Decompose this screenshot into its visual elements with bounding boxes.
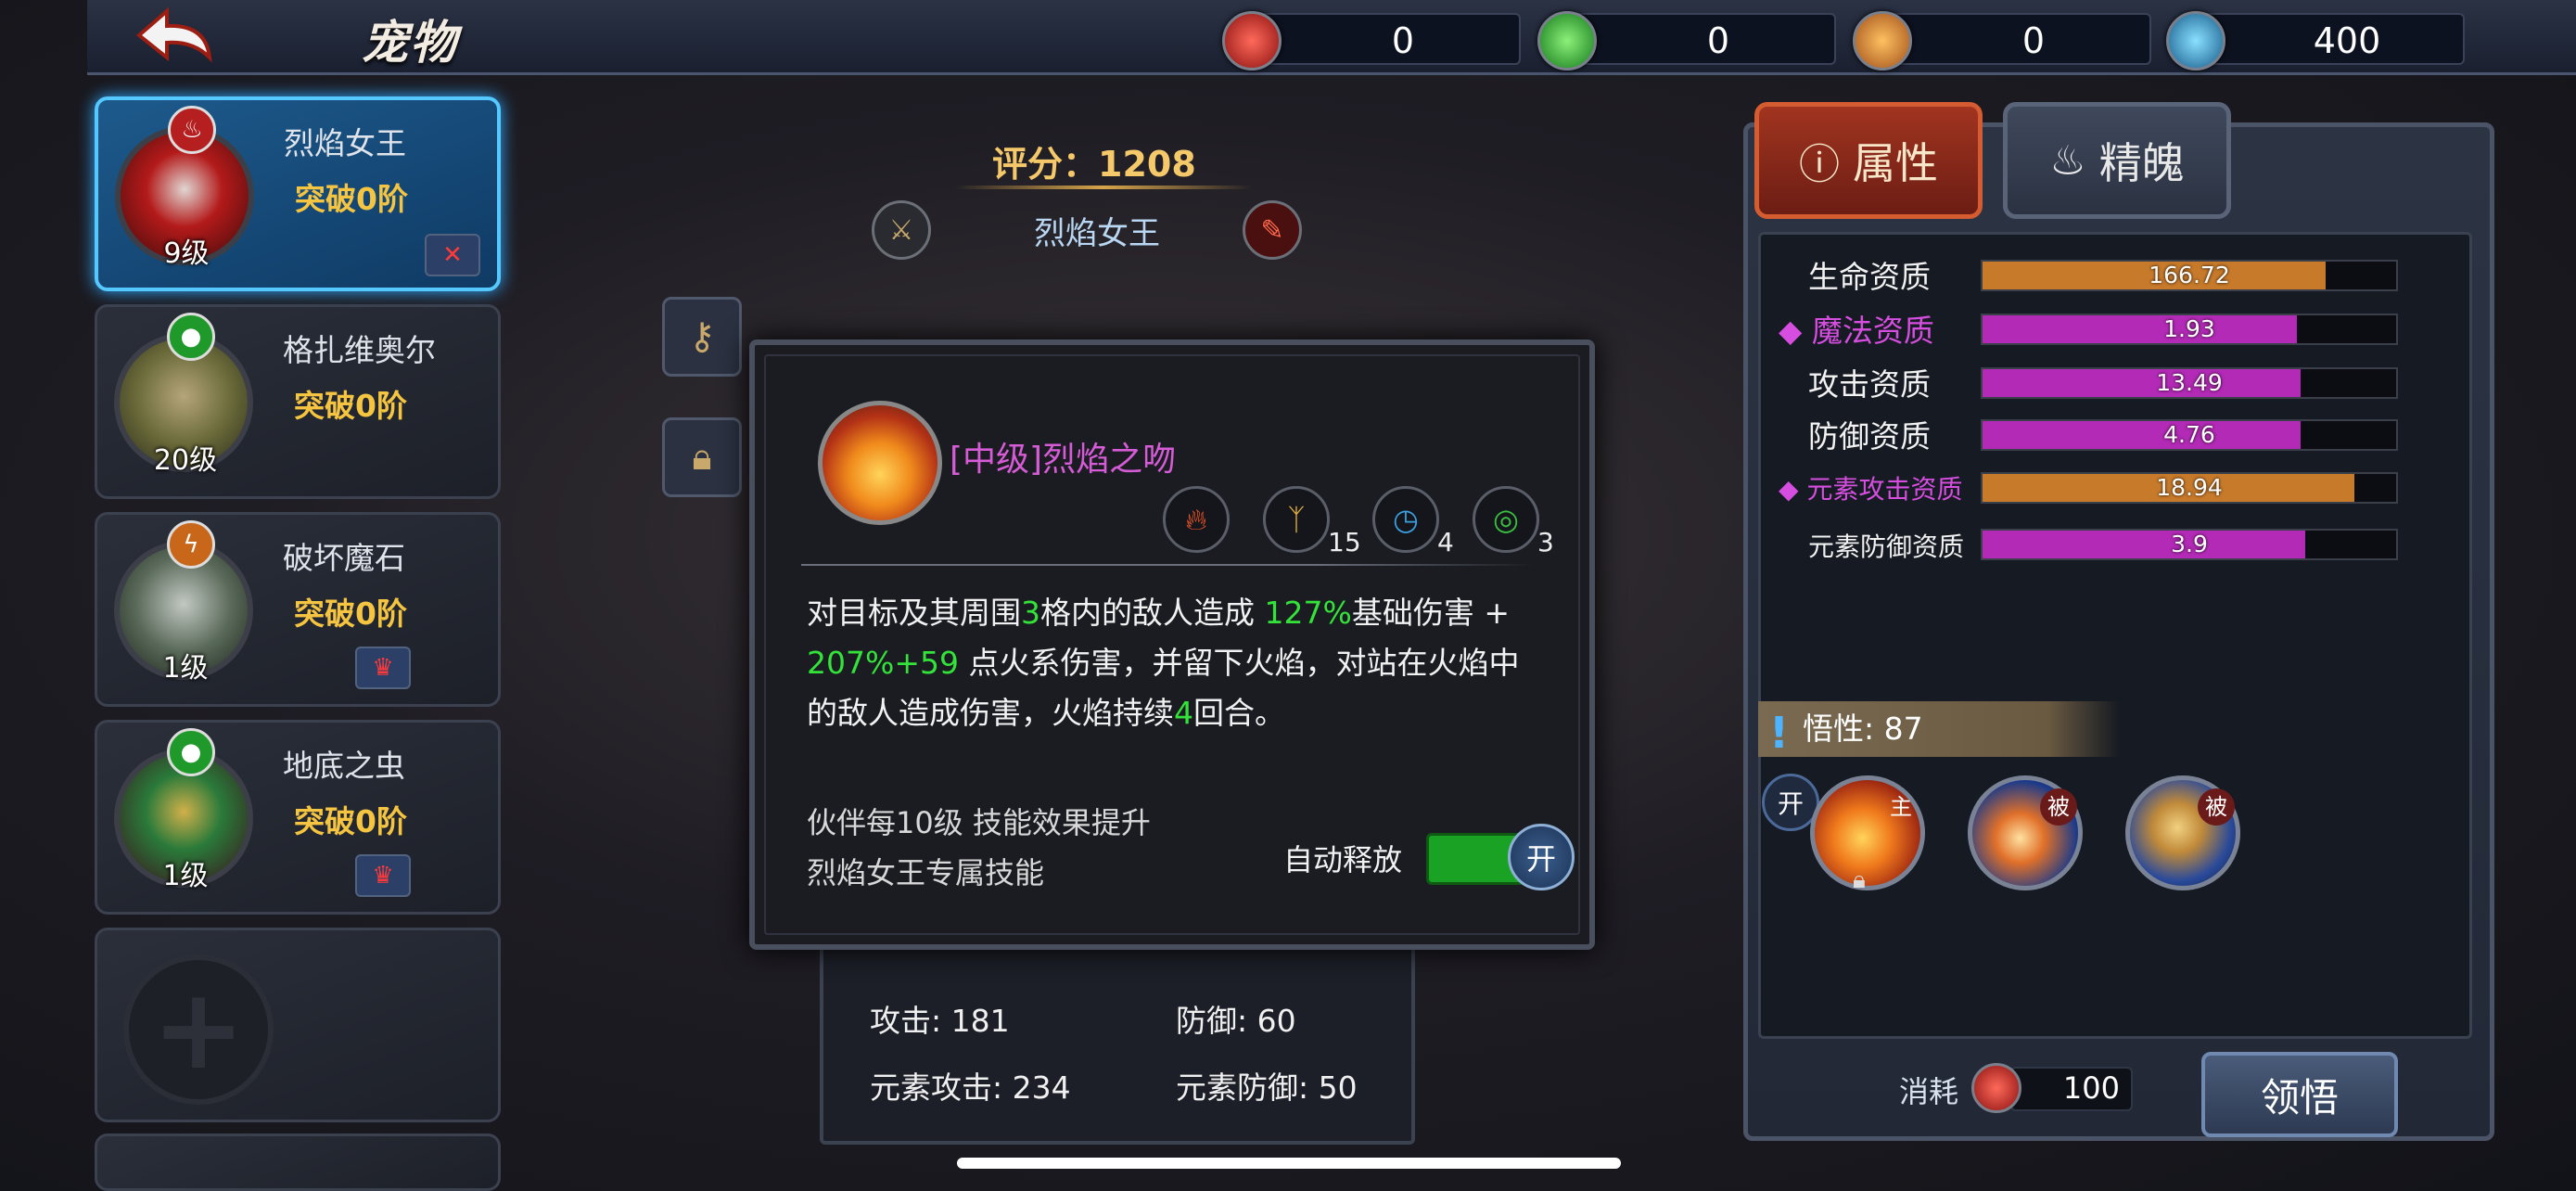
attr-bar-attack: 13.49	[1981, 367, 2398, 399]
pet-card-destroyer-stone[interactable]: ϟ 1级 破坏魔石 突破0阶 ♛	[95, 512, 501, 707]
tab-soul[interactable]: ♨ 精魄	[2003, 102, 2231, 219]
plus-icon: +	[123, 954, 274, 1105]
green-crystal-icon	[1537, 11, 1597, 70]
attr-label-defense: 防御资质	[1808, 418, 1931, 455]
nature-element-icon: ●	[167, 728, 215, 776]
fire-icon: 🔥︎	[1163, 486, 1230, 553]
attr-label-elem-attack: ◆ 元素攻击资质	[1779, 474, 1963, 505]
insight-banner: ! 悟性: 87	[1758, 701, 2120, 758]
attr-bar-defense: 4.76	[1981, 419, 2398, 451]
skill-slot-tag-passive: 被	[2198, 788, 2235, 826]
auto-cast-label: 自动释放	[1283, 842, 1403, 877]
lock-icon: 🔒︎	[692, 436, 712, 479]
pet-score: 评分：1208	[992, 144, 1196, 185]
range-target-icon: ◎	[1473, 486, 1539, 553]
mana-cost-value: 15	[1328, 527, 1361, 557]
lightning-element-icon: ϟ	[167, 520, 215, 569]
demon-mask-icon: ♛	[355, 854, 411, 897]
pet-name: 烈焰女王	[284, 125, 406, 161]
fire-element-icon: ♨	[168, 106, 216, 154]
page-title: 宠物	[362, 16, 458, 70]
attr-label-attack: 攻击资质	[1808, 366, 1931, 403]
pet-breakthrough: 突破0阶	[295, 181, 408, 217]
stat-elem-defense: 元素防御: 50	[1176, 1069, 1358, 1106]
demon-mask-icon: ♛	[355, 647, 411, 689]
home-indicator[interactable]	[957, 1158, 1621, 1169]
sword-icon[interactable]: ⚔	[872, 200, 931, 260]
resource-blue: 400	[2166, 11, 2465, 70]
attr-label-hp: 生命资质	[1808, 259, 1931, 295]
attr-bar-hp: 166.72	[1981, 260, 2398, 291]
crossed-swords-icon: ✕	[425, 234, 480, 276]
pet-breakthrough: 突破0阶	[294, 803, 407, 839]
center-pet-name: 烈焰女王	[1034, 215, 1160, 252]
pet-name: 格扎维奥尔	[283, 332, 436, 368]
pet-breakthrough: 突破0阶	[294, 596, 407, 632]
blue-snowflake-icon	[2166, 11, 2225, 70]
orange-lightning-icon	[1853, 11, 1912, 70]
flame-spirit-icon: ♨	[2049, 136, 2086, 185]
empty-pet-slot[interactable]	[95, 1133, 501, 1191]
key-button[interactable]: ⚷	[662, 297, 742, 377]
resource-red: 0	[1222, 11, 1521, 70]
stat-elem-attack: 元素攻击: 234	[870, 1069, 1071, 1106]
pet-breakthrough: 突破0阶	[294, 388, 407, 424]
stat-defense: 防御: 60	[1176, 1003, 1296, 1039]
cost-value: 100	[2062, 1070, 2120, 1106]
resource-orange: 0	[1853, 11, 2151, 70]
pet-level: 1级	[162, 652, 209, 685]
skill-name: [中级]烈焰之吻	[950, 441, 1177, 479]
red-crystal-icon	[1971, 1063, 2021, 1113]
stat-attack: 攻击: 181	[870, 1003, 1010, 1039]
skill-slot-tag-passive: 被	[2040, 788, 2077, 826]
pet-card-underground-worm[interactable]: ● 1级 地底之虫 突破0阶 ♛	[95, 720, 501, 915]
attr-bar-elem-attack: 18.94	[1981, 472, 2398, 504]
nature-element-icon: ●	[167, 313, 215, 361]
cooldown-value: 4	[1437, 527, 1454, 557]
lock-button[interactable]: 🔒︎	[662, 417, 742, 497]
quill-icon[interactable]: ✎	[1243, 200, 1302, 260]
resource-green: 0	[1537, 11, 1836, 70]
cooldown-clock-icon: ◷	[1372, 486, 1439, 553]
add-pet-slot[interactable]: +	[95, 928, 501, 1122]
skill-detail-popup: [中级]烈焰之吻 🔥︎ ᛉ 15 ◷ 4 ◎ 3 对目标及其周围3格内的敌人造成…	[749, 339, 1595, 950]
attr-bar-elem-defense: 3.9	[1981, 529, 2398, 560]
info-icon: ⓘ	[1799, 141, 1840, 188]
comprehend-button[interactable]: 领悟	[2201, 1052, 2398, 1137]
tab-attributes[interactable]: ⓘ 属性	[1754, 102, 1983, 219]
pet-level: 1级	[162, 860, 209, 892]
pet-name: 破坏魔石	[283, 540, 405, 576]
back-button[interactable]	[121, 0, 241, 72]
skill-slot-tag-main: 主	[1890, 794, 1912, 820]
exclamation-icon: !	[1769, 708, 1789, 758]
attribute-list	[1758, 232, 2472, 1039]
auto-cast-toggle-knob[interactable]: 开	[1508, 824, 1575, 890]
stats-panel: 攻击: 181 防御: 60 元素攻击: 234 元素防御: 50	[820, 928, 1415, 1145]
attr-bar-mp: 1.93	[1981, 314, 2398, 345]
pet-card-gzaviol[interactable]: ● 20级 格扎维奥尔 突破0阶	[95, 304, 501, 499]
attr-label-mp: ◆ 魔法资质	[1779, 313, 1934, 349]
cost-label: 消耗	[1899, 1074, 1959, 1109]
key-icon: ⚷	[688, 315, 716, 358]
attr-label-elem-defense: 元素防御资质	[1808, 531, 1965, 562]
lock-icon: 🔒︎	[1853, 866, 1866, 894]
pet-level: 9级	[163, 237, 210, 270]
pet-card-flame-queen[interactable]: ♨ 9级 烈焰女王 突破0阶 ✕	[95, 96, 501, 291]
red-crystal-icon	[1222, 11, 1282, 70]
pet-name: 地底之虫	[283, 748, 405, 784]
skill-note-level: 伙伴每10级 技能效果提升	[807, 805, 1151, 840]
skill-description: 对目标及其周围3格内的敌人造成 127%基础伤害 + 207%+59 点火系伤害…	[807, 595, 1520, 731]
back-arrow-icon	[135, 6, 212, 63]
range-value: 3	[1537, 527, 1554, 557]
mana-rune-icon: ᛉ	[1263, 486, 1330, 553]
pet-level: 20级	[153, 444, 218, 477]
skill-note-exclusive: 烈焰女王专属技能	[807, 855, 1045, 890]
flame-kiss-skill-icon	[818, 401, 942, 525]
